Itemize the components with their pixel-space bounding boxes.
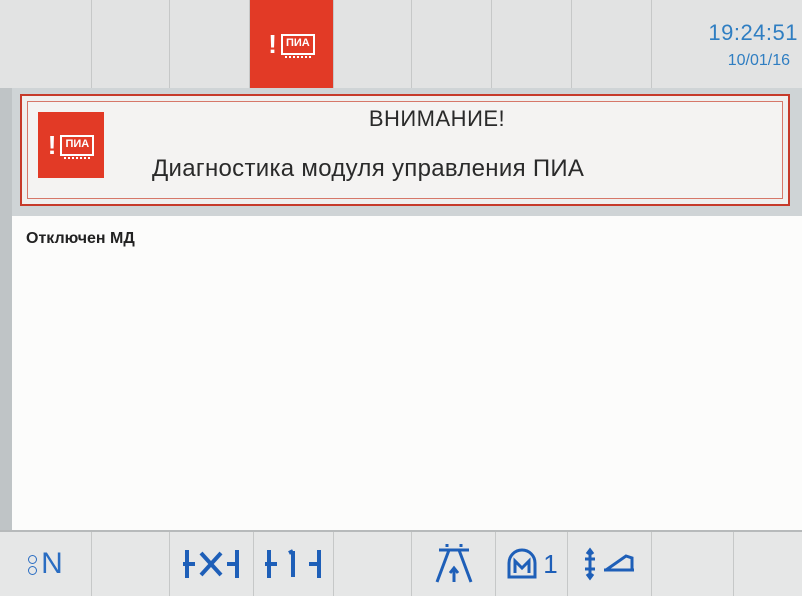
softkey-neutral[interactable]: N: [0, 532, 92, 596]
softkey-empty-1[interactable]: [92, 532, 170, 596]
softkey-motor[interactable]: 1: [496, 532, 568, 596]
motor-number: 1: [543, 548, 558, 579]
alarm-indicator-button[interactable]: ! ПИА: [250, 0, 334, 88]
top-status-bar: ! ПИА 19:24:51 10/01/16: [0, 0, 802, 88]
softkey-thread-trim[interactable]: [170, 532, 254, 596]
alert-details-area: Отключен МД: [12, 216, 802, 530]
presser-foot-icon: [435, 544, 472, 583]
softkey-foot-lift[interactable]: [412, 532, 496, 596]
top-slot-1[interactable]: [0, 0, 92, 88]
top-slot-6[interactable]: [412, 0, 492, 88]
bottom-softkey-bar: N 1: [0, 530, 802, 596]
softkey-empty-4[interactable]: [734, 532, 802, 596]
top-slot-5[interactable]: [334, 0, 412, 88]
neutral-position-icon: N: [28, 547, 63, 581]
pia-icon-label: ПИА: [280, 33, 315, 58]
dialog-left-rail: [0, 88, 12, 530]
top-slot-7[interactable]: [492, 0, 572, 88]
motor-icon: [507, 548, 537, 579]
clock-date: 10/01/16: [727, 52, 790, 69]
alert-title: ВНИМАНИЕ!: [368, 106, 506, 131]
clock: 19:24:51 10/01/16: [652, 0, 802, 88]
alert-dialog: ! ПИА ВНИМАНИЕ! Диагностика модуля управ…: [12, 88, 802, 530]
pia-icon-label: ПИА: [60, 134, 95, 159]
top-slot-2[interactable]: [92, 0, 170, 88]
alert-detail-text: Отключен МД: [26, 230, 135, 247]
softkey-stitch[interactable]: [254, 532, 334, 596]
top-slot-3[interactable]: [170, 0, 250, 88]
pia-alarm-icon: ! ПИА: [268, 31, 315, 58]
pia-alarm-icon: ! ПИА: [38, 112, 104, 178]
softkey-empty-3[interactable]: [652, 532, 734, 596]
alert-message: Диагностика модуля управления ПИА: [152, 155, 585, 182]
top-slot-8[interactable]: [572, 0, 652, 88]
clock-time: 19:24:51: [708, 20, 798, 45]
softkey-tension[interactable]: [568, 532, 652, 596]
thread-trimmer-icon: [182, 550, 239, 578]
stitch-icon: [264, 549, 321, 578]
softkey-empty-2[interactable]: [334, 532, 412, 596]
thread-tension-icon: [584, 547, 634, 581]
